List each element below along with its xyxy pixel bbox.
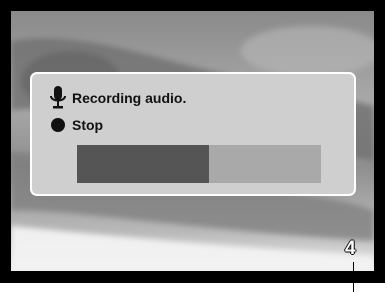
stop-control[interactable]: Stop bbox=[50, 117, 103, 133]
stop-label: Stop bbox=[72, 117, 104, 133]
recording-progress-fill bbox=[77, 145, 209, 183]
filled-circle-icon bbox=[51, 118, 65, 132]
recording-dialog: Recording audio. Stop bbox=[30, 72, 356, 196]
recording-status-label: Recording audio. bbox=[72, 90, 187, 106]
microphone-icon bbox=[50, 86, 66, 110]
camera-lcd-screen: Recording audio. Stop bbox=[0, 0, 385, 283]
recording-progress-bar bbox=[77, 145, 321, 183]
callout-line bbox=[353, 262, 354, 292]
recording-status-row: Recording audio. bbox=[50, 86, 186, 110]
callout-number: 4 bbox=[345, 238, 356, 259]
